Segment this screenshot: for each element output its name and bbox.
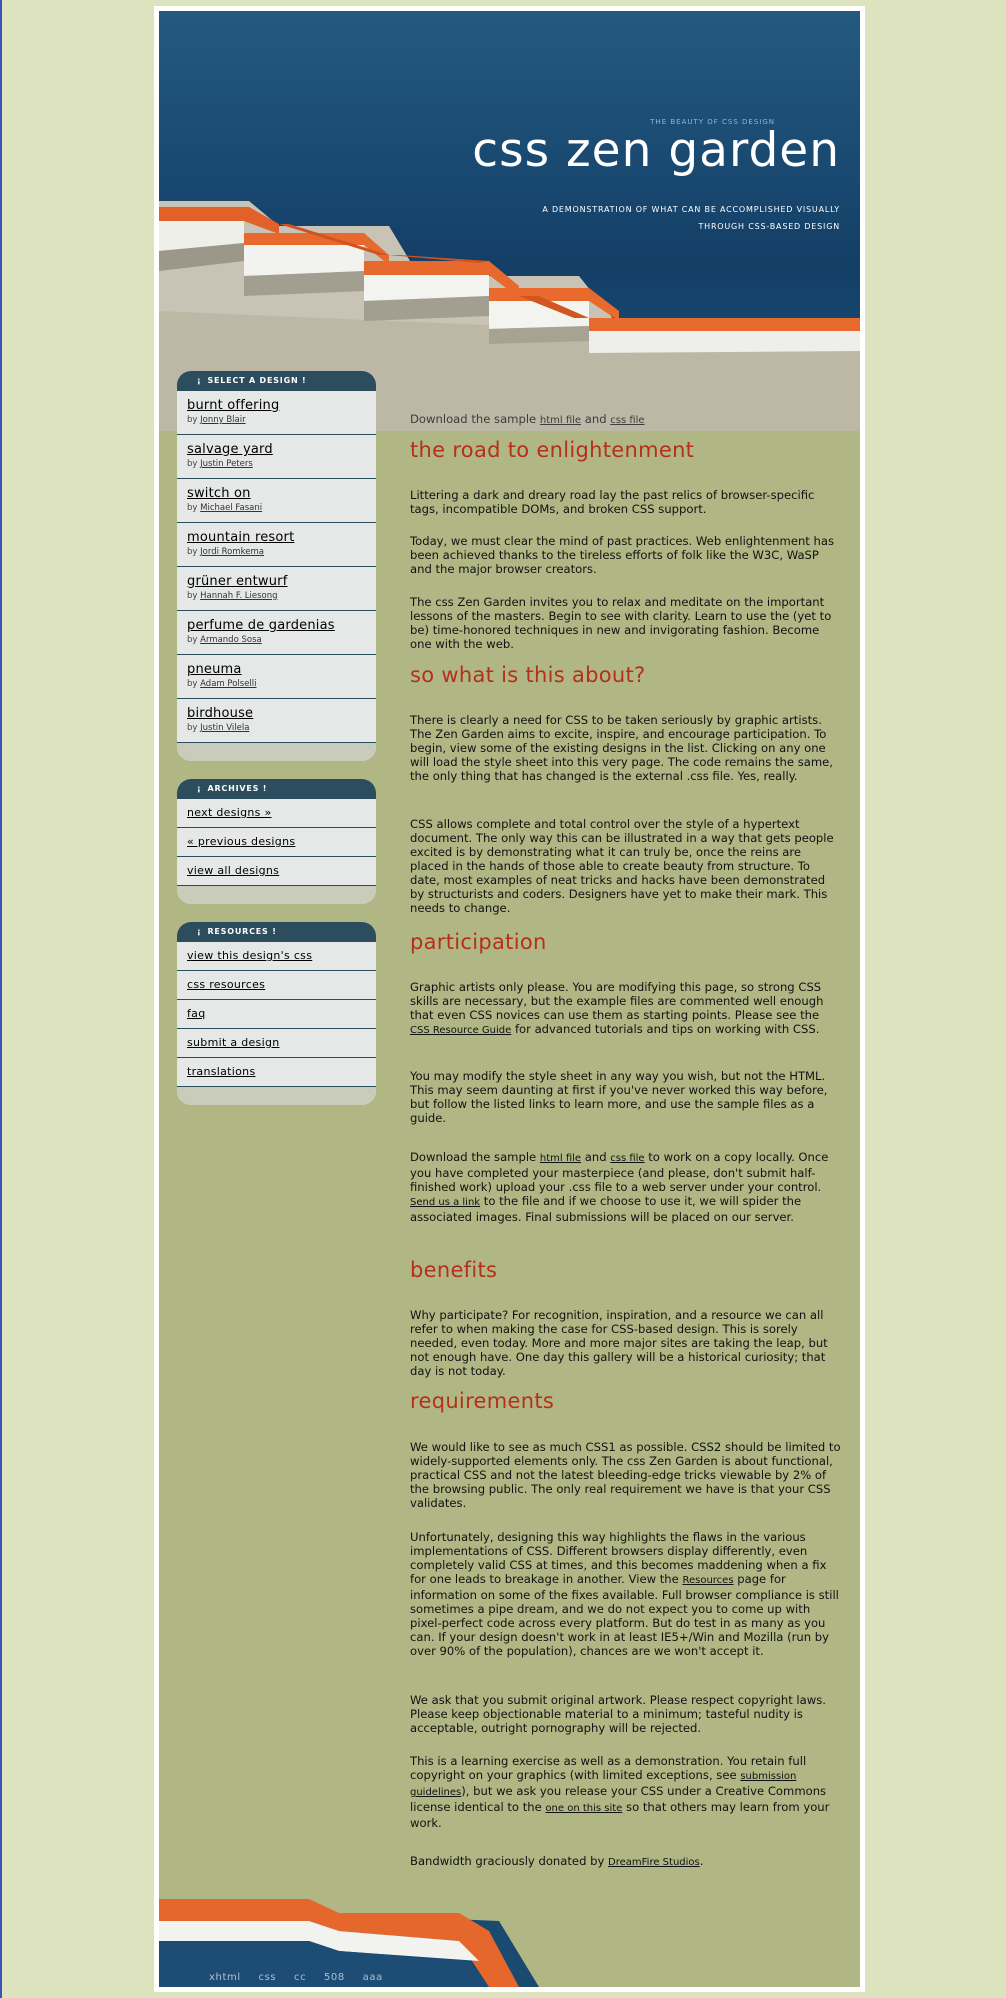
resources-link[interactable]: Resources [682,1575,733,1586]
select-design-heading: ¡ select a design ! [177,371,376,391]
paragraph: Bandwidth graciously donated by DreamFir… [410,1854,704,1868]
site-title: css zen garden [472,123,840,178]
design-link[interactable]: burnt offering [187,391,366,413]
design-link[interactable]: perfume de gardenias [187,611,366,633]
paragraph: The css Zen Garden invites you to relax … [410,595,832,651]
window-edge [0,0,2,1998]
archives-box: ¡ archives ! next designs » « previous de… [177,779,376,904]
author-link[interactable]: Justin Vilela [200,723,249,733]
section-heading: requirements [410,1389,555,1413]
design-item: salvage yard by Justin Peters [177,435,376,479]
css-resources-link[interactable]: css resources [187,978,265,991]
design-link[interactable]: grüner entwurf [187,567,366,589]
license-link[interactable]: one on this site [545,1803,622,1814]
exclamation-icon: ¡ [197,927,202,936]
next-designs-link[interactable]: next designs » [187,806,272,819]
css-link[interactable]: css [258,1972,276,1983]
section-heading: participation [410,930,547,954]
send-link-link[interactable]: Send us a link [410,1197,480,1208]
paragraph: We would like to see as much CSS1 as pos… [410,1440,841,1510]
paragraph: CSS allows complete and total control ov… [410,817,834,915]
box-footer [177,1087,376,1105]
paragraph: This is a learning exercise as well as a… [410,1754,830,1830]
design-link[interactable]: switch on [187,479,366,501]
faq-link[interactable]: faq [187,1007,206,1020]
paragraph: Why participate? For recognition, inspir… [410,1308,828,1378]
page-container: the beauty of css design css zen garden … [159,11,860,1987]
resources-heading: ¡ resources ! [177,922,376,942]
paragraph: There is clearly a need for CSS to be ta… [410,713,833,783]
section-heading: the road to enlightenment [410,438,695,462]
design-item: perfume de gardenias by Armando Sosa [177,611,376,655]
design-item: pneuma by Adam Polselli [177,655,376,699]
select-design-box: ¡ select a design ! burnt offering by Jon… [177,371,376,761]
translations-link[interactable]: translations [187,1065,255,1078]
css-file-link[interactable]: css file [610,1153,644,1164]
dreamfire-link[interactable]: DreamFire Studios [608,1857,700,1868]
design-item: mountain resort by Jordi Romkema [177,523,376,567]
paragraph: Download the sample html file and css fi… [410,1150,829,1224]
paragraph: We ask that you submit original artwork.… [410,1693,826,1735]
xhtml-link[interactable]: xhtml [209,1972,241,1983]
html-file-link[interactable]: html file [540,1153,581,1164]
view-css-link[interactable]: view this design's css [187,949,312,962]
resources-box: ¡ resources ! view this design's css css … [177,922,376,1105]
design-item: burnt offering by Jonny Blair [177,391,376,435]
508-link[interactable]: 508 [324,1972,345,1983]
aaa-link[interactable]: aaa [363,1972,383,1983]
author-link[interactable]: Jonny Blair [200,415,245,425]
design-link[interactable]: mountain resort [187,523,366,545]
css-file-link[interactable]: css file [610,415,644,426]
css-resource-guide-link[interactable]: CSS Resource Guide [410,1025,511,1036]
header-summary: A demonstration of what can be accomplis… [542,205,840,231]
cc-link[interactable]: cc [294,1972,306,1983]
box-footer [177,886,376,904]
design-item: switch on by Michael Fasani [177,479,376,523]
previous-designs-link[interactable]: « previous designs [187,835,295,848]
author-link[interactable]: Justin Peters [200,459,253,469]
download-line: Download the sample html file and css fi… [410,412,645,426]
box-footer [177,743,376,761]
header-banner: the beauty of css design css zen garden … [159,11,860,431]
paragraph: Littering a dark and dreary road lay the… [410,488,815,516]
footer-links: xhtml css cc 508 aaa [209,1972,397,1983]
archives-heading: ¡ archives ! [177,779,376,799]
paragraph: Today, we must clear the mind of past pr… [410,534,835,576]
design-item: grüner entwurf by Hannah F. Liesong [177,567,376,611]
paragraph: Unfortunately, designing this way highli… [410,1530,839,1658]
exclamation-icon: ¡ [197,784,202,793]
section-heading: so what is this about? [410,663,646,687]
paragraph: Graphic artists only please. You are mod… [410,980,824,1036]
design-link[interactable]: salvage yard [187,435,366,457]
submit-design-link[interactable]: submit a design [187,1036,280,1049]
design-item: birdhouse by Justin Vilela [177,699,376,743]
author-link[interactable]: Armando Sosa [200,635,262,645]
author-link[interactable]: Hannah F. Liesong [200,591,277,601]
exclamation-icon: ¡ [197,376,202,385]
author-link[interactable]: Jordi Romkema [200,547,264,557]
author-link[interactable]: Adam Polselli [200,679,256,689]
author-link[interactable]: Michael Fasani [200,503,262,513]
html-file-link[interactable]: html file [540,415,581,426]
design-link[interactable]: pneuma [187,655,366,677]
design-link[interactable]: birdhouse [187,699,366,721]
paragraph: You may modify the style sheet in any wa… [410,1069,828,1125]
view-all-designs-link[interactable]: view all designs [187,864,279,877]
section-heading: benefits [410,1258,498,1282]
